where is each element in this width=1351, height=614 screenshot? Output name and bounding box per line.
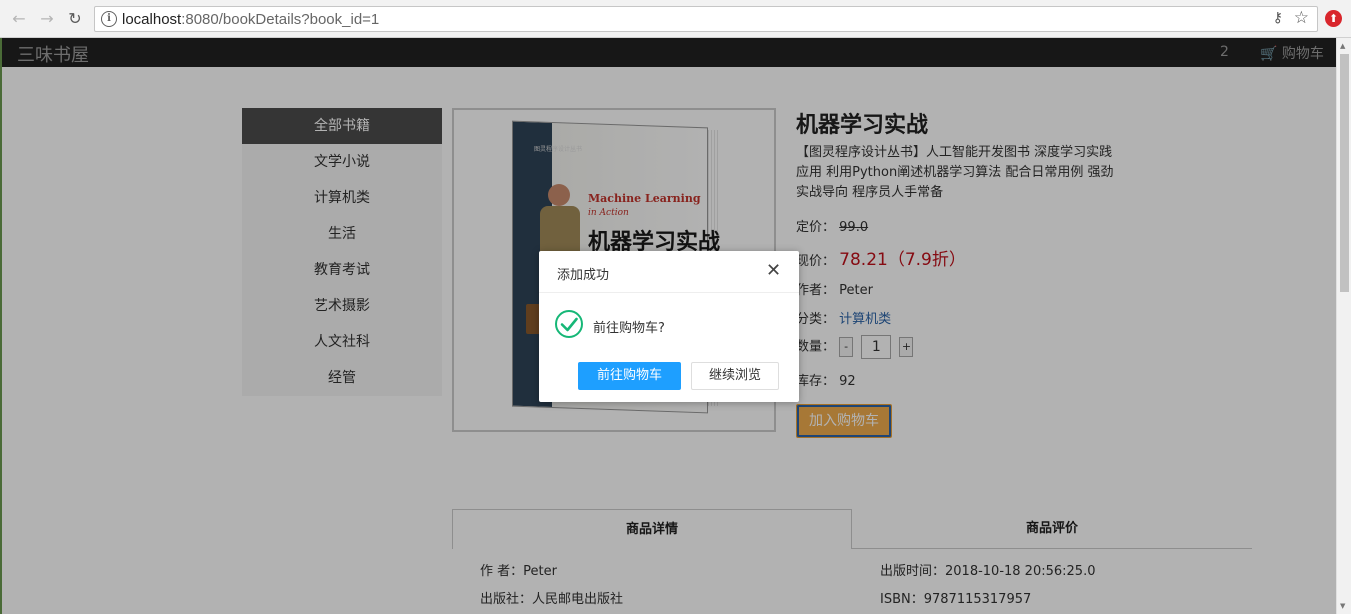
browser-toolbar: ← → ↻ i localhost:8080/bookDetails?book_… [0,0,1351,38]
key-icon[interactable]: ⚷ [1273,10,1283,26]
extension-icon[interactable]: ⬆ [1325,10,1342,27]
dialog-message: 前往购物车? [593,321,665,336]
dialog-divider [539,292,799,293]
bookmark-star-icon[interactable]: ☆ [1294,8,1309,28]
page-scrollbar[interactable]: ▲ ▼ [1336,38,1351,614]
scroll-thumb[interactable] [1340,54,1349,292]
site-info-icon[interactable]: i [101,11,117,27]
close-icon[interactable]: ✕ [766,261,781,281]
address-bar[interactable]: i localhost:8080/bookDetails?book_id=1 ⚷… [94,6,1318,32]
continue-browsing-button[interactable]: 继续浏览 [691,362,779,390]
go-to-cart-button[interactable]: 前往购物车 [578,362,681,390]
success-check-icon [555,310,583,338]
dialog-title: 添加成功 [557,268,610,283]
scroll-down-icon[interactable]: ▼ [1340,602,1345,610]
back-arrow-icon[interactable]: ← [9,9,29,29]
url-text: localhost:8080/bookDetails?book_id=1 [122,11,380,28]
scroll-up-icon[interactable]: ▲ [1340,42,1345,50]
forward-arrow-icon[interactable]: → [37,9,57,29]
reload-icon[interactable]: ↻ [65,9,85,29]
add-success-dialog: 添加成功 ✕ 前往购物车? 前往购物车 继续浏览 [539,251,799,402]
